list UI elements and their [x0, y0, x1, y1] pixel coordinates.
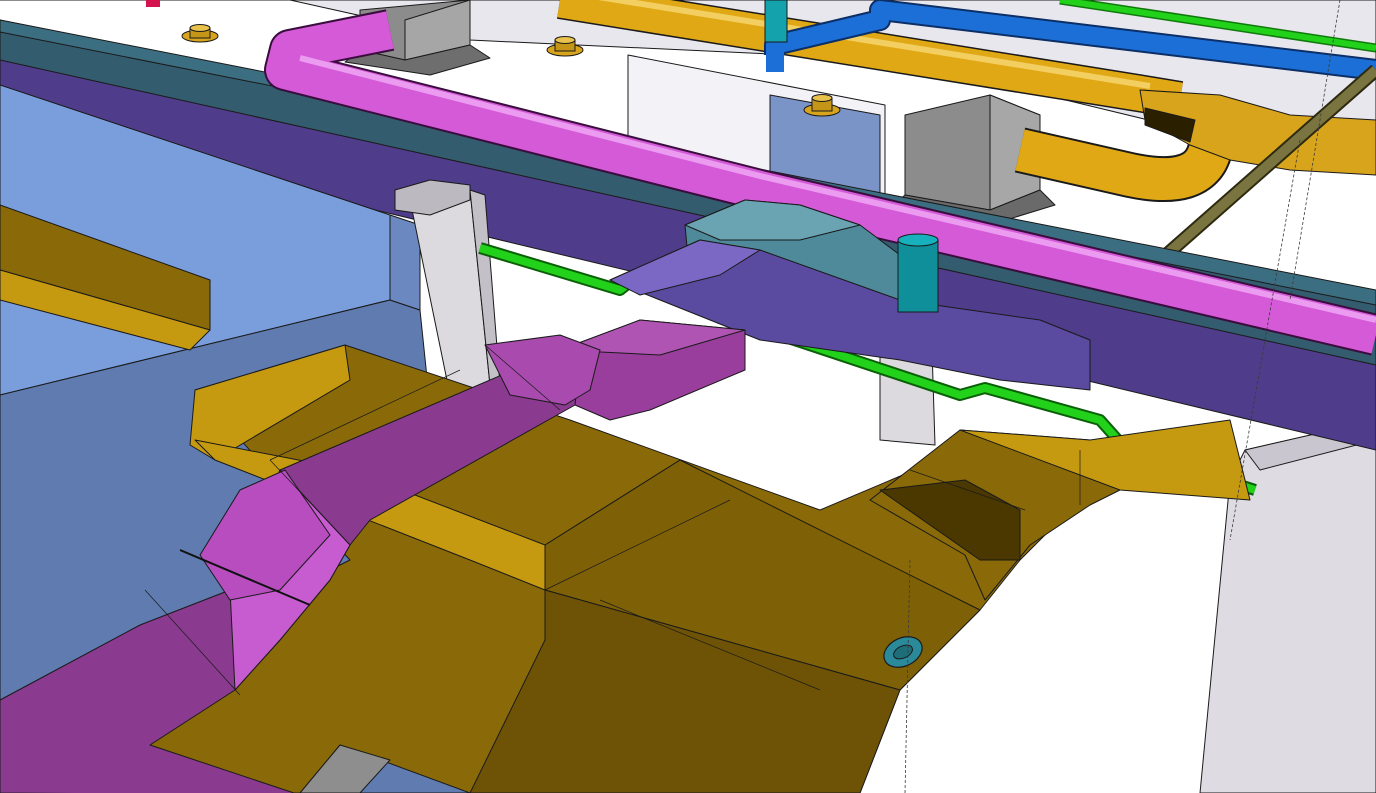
cyan-drop-pipe [764, 0, 788, 43]
cyan-diffuser [897, 233, 939, 313]
red-marker [146, 0, 160, 7]
mep-3d-render [0, 0, 1376, 793]
model-viewport[interactable] [0, 0, 1376, 793]
